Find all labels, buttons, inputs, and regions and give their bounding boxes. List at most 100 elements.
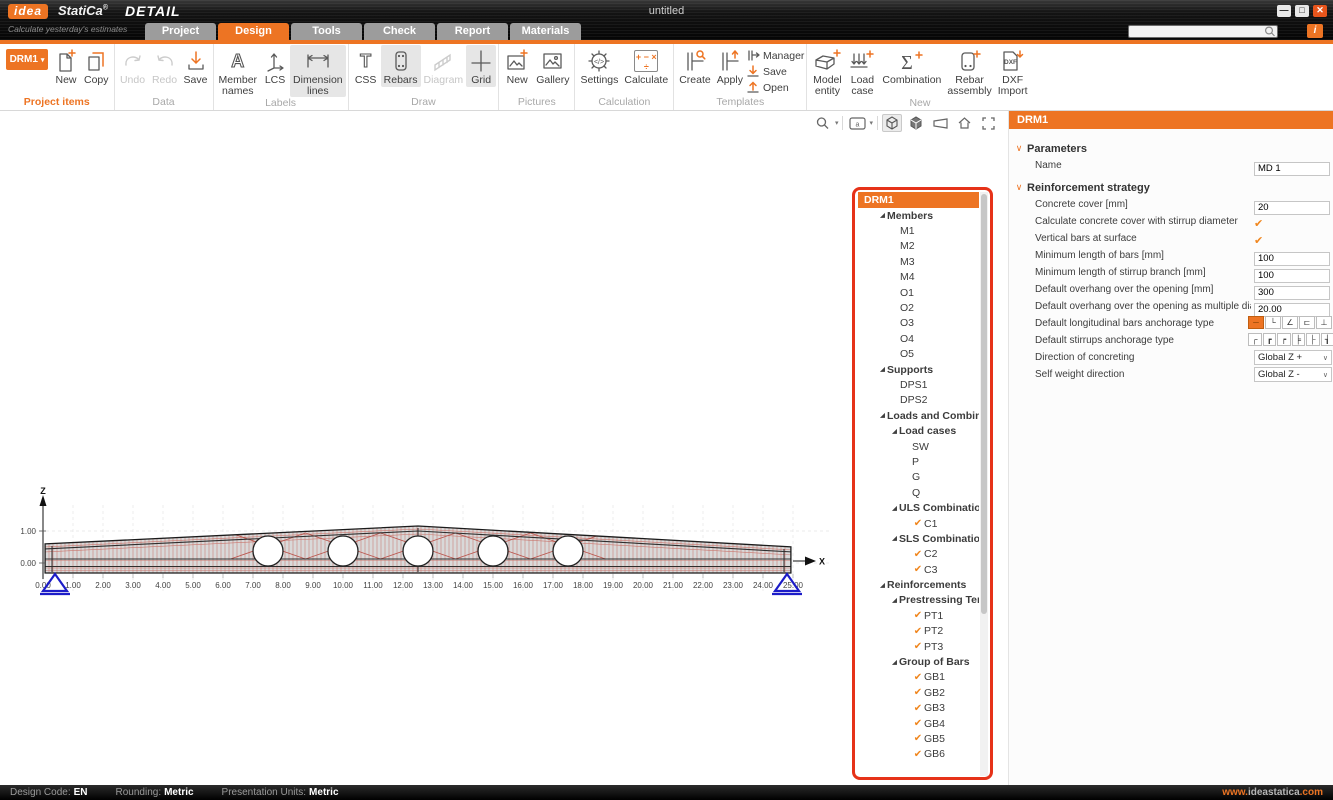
checked-checkbox-icon[interactable]: ✔ xyxy=(912,518,924,529)
anchorage-type-icon[interactable]: ⊏ xyxy=(1299,316,1315,329)
expander-triangle-icon[interactable]: ◢ xyxy=(890,659,899,666)
tree-item-o4[interactable]: O4 xyxy=(858,331,979,346)
checked-checkbox-icon[interactable]: ✔ xyxy=(912,672,924,683)
tree-item-pt2[interactable]: ✔PT2 xyxy=(858,624,979,639)
anchorage-type-icon[interactable]: └ xyxy=(1265,316,1281,329)
tree-group-loads-and-combin-[interactable]: ◢Loads and Combin... xyxy=(858,408,979,423)
opening-circle[interactable] xyxy=(328,536,358,566)
expander-triangle-icon[interactable]: ◢ xyxy=(878,366,887,373)
beam-drawing[interactable]: 0.001.002.003.004.005.006.007.008.009.00… xyxy=(10,487,840,605)
tree-item-dps1[interactable]: DPS1 xyxy=(858,377,979,392)
tree-item-gb4[interactable]: ✔GB4 xyxy=(858,716,979,731)
template-manager-button[interactable]: Manager xyxy=(746,48,804,63)
calculate-button[interactable]: + − × ÷ Calculate xyxy=(621,45,671,87)
chevron-down-icon[interactable]: ▾ xyxy=(835,119,839,127)
template-save-button[interactable]: Save xyxy=(746,64,804,79)
expander-triangle-icon[interactable]: ◢ xyxy=(878,212,887,219)
tree-item-m3[interactable]: M3 xyxy=(858,254,979,269)
anchorage-type-icon[interactable]: ┌ xyxy=(1248,333,1262,346)
design-code[interactable]: Design Code:EN xyxy=(10,787,88,798)
lcs-button[interactable]: LCS xyxy=(260,45,290,87)
new-project-item-button[interactable]: New xyxy=(51,45,81,87)
tab-materials[interactable]: Materials xyxy=(510,23,581,40)
section-header-reinforcement-strategy[interactable]: ∨Reinforcement strategy xyxy=(1009,179,1333,196)
member-names-button[interactable]: A Member names xyxy=(216,45,261,97)
anchorage-type-icon[interactable]: ┍ xyxy=(1277,333,1291,346)
picture-new-button[interactable]: New xyxy=(501,45,533,87)
tree-item-o2[interactable]: O2 xyxy=(858,300,979,315)
opening-circle[interactable] xyxy=(253,536,283,566)
model-canvas[interactable]: ▾ a ▾ 0.001.002.003.004.005.006.007.008.… xyxy=(0,111,1008,785)
tree-item-gb5[interactable]: ✔GB5 xyxy=(858,731,979,746)
tree-item-pt3[interactable]: ✔PT3 xyxy=(858,639,979,654)
tree-scrollbar[interactable] xyxy=(980,192,988,776)
tab-design[interactable]: Design xyxy=(218,23,289,40)
tree-item-m2[interactable]: M2 xyxy=(858,239,979,254)
website-link[interactable]: www.ideastatica.com xyxy=(1222,787,1323,798)
checked-checkbox-icon[interactable]: ✔ xyxy=(912,626,924,637)
tree-group-reinforcements[interactable]: ◢Reinforcements xyxy=(858,577,979,592)
clipping-view-icon[interactable] xyxy=(930,114,950,132)
tree-group-load-cases[interactable]: ◢Load cases xyxy=(858,423,979,438)
settings-button[interactable]: </> Settings xyxy=(577,45,621,87)
anchorage-type-icon[interactable]: ├ xyxy=(1306,333,1320,346)
tree-item-o3[interactable]: O3 xyxy=(858,316,979,331)
expander-triangle-icon[interactable]: ◢ xyxy=(878,582,887,589)
tree-item-o5[interactable]: O5 xyxy=(858,347,979,362)
tab-tools[interactable]: Tools xyxy=(291,23,362,40)
tree-item-gb3[interactable]: ✔GB3 xyxy=(858,701,979,716)
checkbox-vertical-bars-at-surface[interactable]: ✔ xyxy=(1254,235,1263,247)
label-display-icon[interactable]: a xyxy=(847,114,867,132)
tree-item-o1[interactable]: O1 xyxy=(858,285,979,300)
combination-button[interactable]: Σ Combination xyxy=(879,45,944,87)
tab-project[interactable]: Project xyxy=(145,23,216,40)
anchorage-type-icon[interactable]: ┏ xyxy=(1263,333,1277,346)
copy-button[interactable]: Copy xyxy=(81,45,112,87)
solid-view-icon[interactable] xyxy=(906,114,926,132)
presentation-units[interactable]: Presentation Units:Metric xyxy=(222,787,339,798)
section-header-parameters[interactable]: ∨Parameters xyxy=(1009,140,1333,157)
css-button[interactable]: T CSS xyxy=(351,45,381,87)
checked-checkbox-icon[interactable]: ✔ xyxy=(912,641,924,652)
tree-item-p[interactable]: P xyxy=(858,454,979,469)
tree-group-uls-combinations[interactable]: ◢ULS Combinations xyxy=(858,500,979,515)
tree-item-c2[interactable]: ✔C2 xyxy=(858,547,979,562)
zoom-tool-icon[interactable] xyxy=(813,114,833,132)
load-case-button[interactable]: Load case xyxy=(845,45,879,97)
tree-group-members[interactable]: ◢Members xyxy=(858,208,979,223)
maximize-button[interactable]: □ xyxy=(1295,5,1309,17)
tree-item-c3[interactable]: ✔C3 xyxy=(858,562,979,577)
expander-triangle-icon[interactable]: ◢ xyxy=(890,428,899,435)
checked-checkbox-icon[interactable]: ✔ xyxy=(912,703,924,714)
close-button[interactable]: ✕ xyxy=(1313,5,1327,17)
info-button[interactable]: i xyxy=(1307,24,1323,38)
tree-item-q[interactable]: Q xyxy=(858,485,979,500)
checked-checkbox-icon[interactable]: ✔ xyxy=(912,549,924,560)
tree-group-supports[interactable]: ◢Supports xyxy=(858,362,979,377)
tree-group-sls-combinations[interactable]: ◢SLS Combinations xyxy=(858,531,979,546)
checkbox-calculate-concrete-cover-with-stirrup-diameter[interactable]: ✔ xyxy=(1254,218,1263,230)
tree-item-m4[interactable]: M4 xyxy=(858,270,979,285)
rebars-button[interactable]: Rebars xyxy=(381,45,421,87)
home-view-icon[interactable] xyxy=(954,114,974,132)
template-open-button[interactable]: Open xyxy=(746,80,804,95)
checked-checkbox-icon[interactable]: ✔ xyxy=(912,687,924,698)
checked-checkbox-icon[interactable]: ✔ xyxy=(912,749,924,760)
anchorage-type-icon[interactable]: ─ xyxy=(1248,316,1264,329)
expander-triangle-icon[interactable]: ◢ xyxy=(878,412,887,419)
opening-circle[interactable] xyxy=(403,536,433,566)
template-create-button[interactable]: Create xyxy=(676,45,714,87)
template-apply-button[interactable]: Apply xyxy=(714,45,746,87)
tree-item-sw[interactable]: SW xyxy=(858,439,979,454)
fullscreen-icon[interactable] xyxy=(978,114,998,132)
expander-triangle-icon[interactable]: ◢ xyxy=(890,597,899,604)
model-entity-button[interactable]: Model entity xyxy=(809,45,845,97)
anchorage-type-icon[interactable]: ┧ xyxy=(1321,333,1333,346)
select-direction-of-concreting[interactable]: Global Z +∨ xyxy=(1254,350,1332,365)
search-box[interactable] xyxy=(1128,25,1278,38)
scrollbar-thumb[interactable] xyxy=(981,194,987,614)
gallery-button[interactable]: Gallery xyxy=(533,45,572,87)
collapse-chevron-icon[interactable]: ∨ xyxy=(1011,182,1027,193)
tree-item-m1[interactable]: M1 xyxy=(858,223,979,238)
tree-root-item[interactable]: DRM1 xyxy=(858,192,979,208)
